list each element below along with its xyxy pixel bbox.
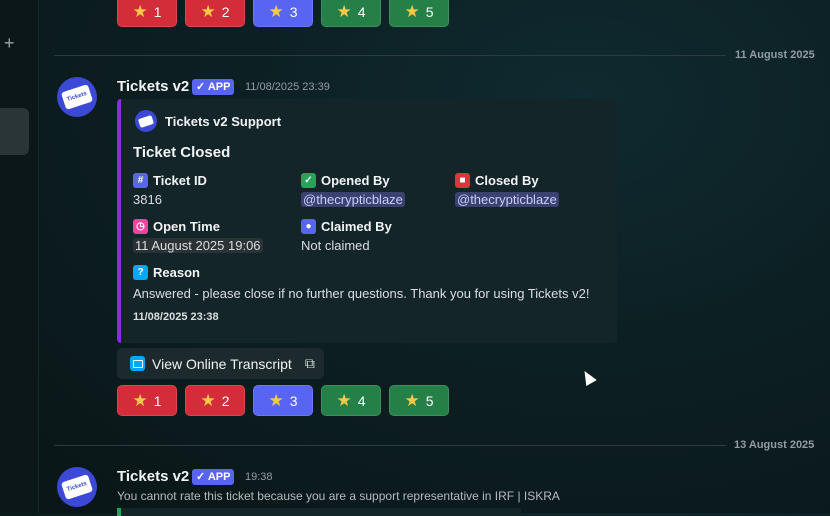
rate-5-button[interactable]: ★ 5 [389, 0, 449, 27]
star-icon: ★ [132, 391, 148, 410]
date-divider-line [54, 445, 726, 446]
view-transcript-button[interactable]: View Online Transcript ⧉ [117, 348, 324, 379]
rate-2-button[interactable]: ★ 2 [185, 0, 245, 27]
rate-4-button[interactable]: ★ 4 [321, 385, 381, 416]
embed-author: Tickets v2 Support [135, 110, 281, 132]
selected-channel-indicator[interactable] [0, 108, 29, 155]
star-icon: ★ [268, 391, 284, 410]
field-claimed-by: ● Claimed By Not claimed [301, 219, 392, 253]
clock-icon: ◷ [133, 219, 148, 234]
embed-title: Ticket Closed [133, 144, 231, 161]
message-timestamp: 19:38 [245, 471, 273, 483]
star-icon: ★ [404, 391, 420, 410]
user-mention[interactable]: @thecrypticblaze [301, 192, 405, 207]
user-mention[interactable]: @thecrypticblaze [455, 192, 559, 207]
star-icon: ★ [268, 2, 284, 21]
rate-3-button[interactable]: ★ 3 [253, 385, 313, 416]
timestamp-value[interactable]: 11 August 2025 19:06 [133, 238, 263, 253]
avatar[interactable]: Tickets [57, 77, 97, 117]
question-icon: ? [133, 265, 148, 280]
app-badge: ✓ APP [192, 469, 235, 485]
field-ticket-id: # Ticket ID 3816 [133, 173, 207, 207]
username[interactable]: Tickets v2 [117, 468, 189, 485]
rate-3-button[interactable]: ★ 3 [253, 0, 313, 27]
embed-card-partial [117, 508, 521, 516]
username[interactable]: Tickets v2 [117, 78, 189, 95]
embed-author-name: Tickets v2 Support [165, 113, 282, 129]
mouse-cursor [579, 367, 597, 387]
message-text: You cannot rate this ticket because you … [117, 489, 560, 503]
author-avatar [135, 110, 157, 132]
star-icon: ★ [336, 2, 352, 21]
user-icon: ● [301, 219, 316, 234]
date-divider-label: 13 August 2025 [734, 439, 815, 451]
rating-row-top: ★ 1 ★ 2 ★ 3 ★ 4 ★ 5 [117, 0, 449, 27]
hash-icon: # [133, 173, 148, 188]
embed-card: Tickets v2 Support Ticket Closed # Ticket… [117, 99, 617, 343]
date-divider-line [54, 55, 726, 56]
rate-4-button[interactable]: ★ 4 [321, 0, 381, 27]
star-icon: ★ [336, 391, 352, 410]
avatar[interactable]: Tickets [57, 467, 97, 507]
field-closed-by: ■ Closed By @thecrypticblaze [455, 173, 559, 207]
server-sidebar: + [0, 0, 39, 513]
lock-icon: ■ [455, 173, 470, 188]
external-link-icon: ⧉ [304, 355, 315, 371]
star-icon: ★ [200, 2, 216, 21]
field-opened-by: ✓ Opened By @thecrypticblaze [301, 173, 405, 207]
star-icon: ★ [404, 2, 420, 21]
add-server-icon[interactable]: + [4, 33, 15, 54]
message-timestamp: 11/08/2025 23:39 [245, 81, 330, 93]
reason-value: Answered - please close if no further qu… [133, 286, 590, 301]
star-icon: ★ [200, 391, 216, 410]
app-badge: ✓ APP [192, 79, 235, 95]
field-reason: ? Reason [133, 265, 200, 280]
field-open-time: ◷ Open Time 11 August 2025 19:06 [133, 219, 263, 253]
star-icon: ★ [132, 2, 148, 21]
date-divider-label: 11 August 2025 [735, 49, 815, 61]
rate-1-button[interactable]: ★ 1 [117, 0, 177, 27]
rate-5-button[interactable]: ★ 5 [389, 385, 449, 416]
rating-row: ★ 1 ★ 2 ★ 3 ★ 4 ★ 5 [117, 385, 449, 416]
embed-footer: 11/08/2025 23:38 [133, 311, 219, 323]
rate-1-button[interactable]: ★ 1 [117, 385, 177, 416]
folder-icon [130, 356, 145, 371]
rate-2-button[interactable]: ★ 2 [185, 385, 245, 416]
check-icon: ✓ [301, 173, 316, 188]
